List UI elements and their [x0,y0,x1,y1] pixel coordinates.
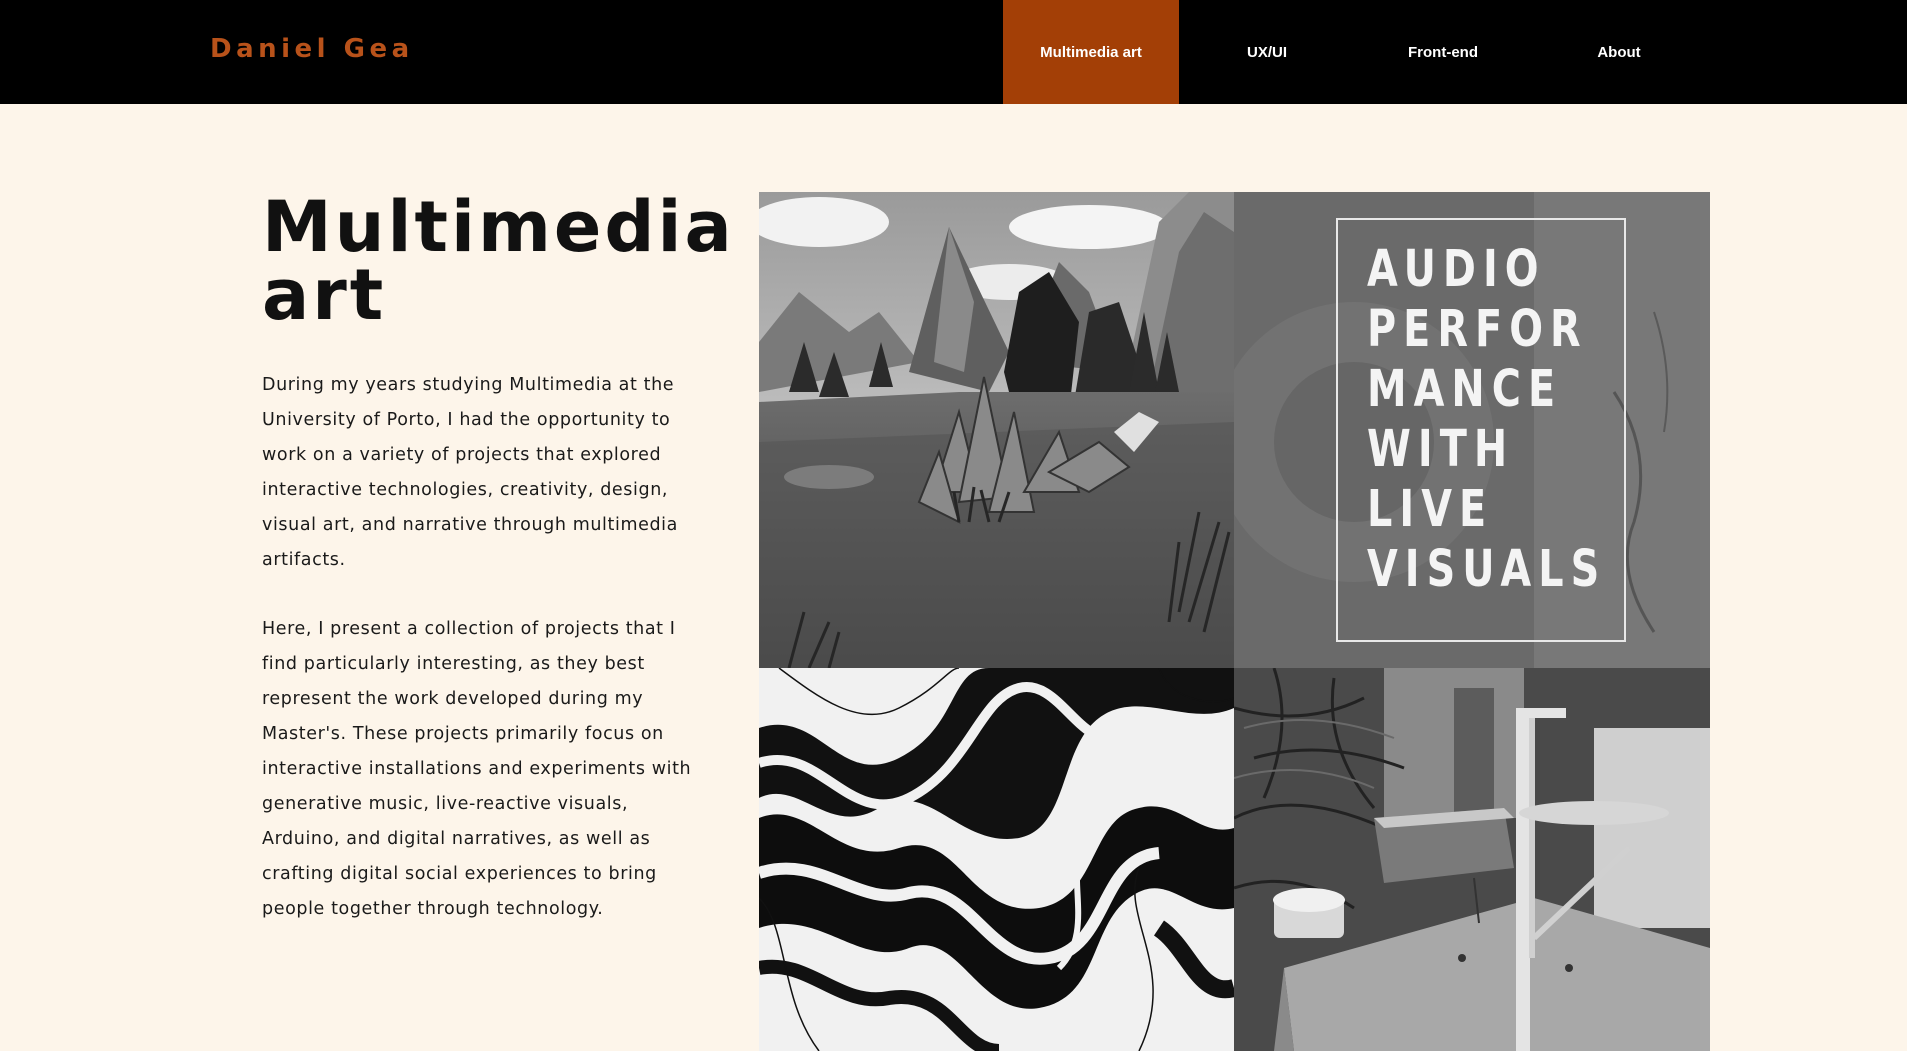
poster-title-line: WITH [1367,420,1515,479]
brand-logo-link[interactable]: Daniel Gea [210,34,414,64]
top-navigation-bar: Daniel Gea Multimedia art UX/UI Front-en… [0,0,1907,104]
poster-title-line: MANCE [1367,360,1563,419]
intro-paragraph: Here, I present a collection of projects… [262,619,692,919]
project-tile-generative-visuals[interactable] [759,668,1234,1051]
poster-title-line: AUDIO [1367,240,1546,299]
installation-photo [1234,668,1710,1051]
main-nav: Multimedia art UX/UI Front-end About [1003,0,1707,104]
poster-title-line: LIVE [1367,480,1494,539]
nav-item-about[interactable]: About [1531,0,1707,104]
page-title: Multimedia art [262,186,735,336]
project-gallery: AUDIO PERFOR MANCE WITH LIVE VISUALS [759,192,1710,1051]
intro-paragraph: During my years studying Multimedia at t… [262,375,678,570]
nav-item-front-end[interactable]: Front-end [1355,0,1531,104]
project-tile-audio-performance[interactable]: AUDIO PERFOR MANCE WITH LIVE VISUALS [1234,192,1710,668]
poster-title-line: VISUALS [1367,540,1607,599]
poster-title: AUDIO PERFOR MANCE WITH LIVE VISUALS [1367,240,1606,600]
nav-item-multimedia-art[interactable]: Multimedia art [1003,0,1179,104]
project-tile-3d-landscape[interactable] [759,192,1234,668]
generative-art-image [759,668,1234,1051]
project-tile-arduino-installation[interactable] [1234,668,1710,1051]
nav-item-ux-ui[interactable]: UX/UI [1179,0,1355,104]
landscape-image [759,192,1234,668]
poster-title-line: PERFOR [1367,300,1588,359]
